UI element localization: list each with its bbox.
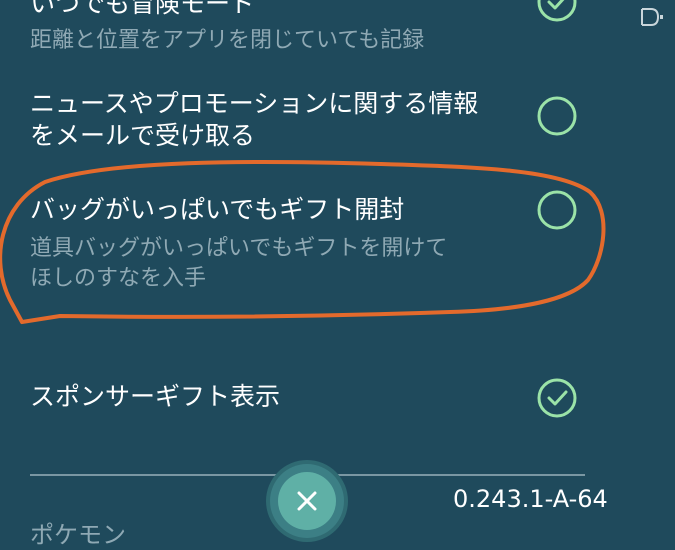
setting-news-promotions-title: ニュースやプロモーションに関する情報 (30, 89, 479, 118)
check-circle-icon[interactable] (537, 378, 577, 418)
setting-sponsor-gift: スポンサーギフト表示 (30, 381, 510, 413)
setting-gift-open-description: 道具バッグがいっぱいでもギフトを開けて (30, 236, 448, 261)
close-button-inner (278, 472, 336, 530)
app-version: 0.243.1-A-64 (453, 485, 608, 513)
next-section-label: ポケモン (30, 521, 126, 549)
setting-news-promotions-title-line2: をメールで受け取る (30, 121, 256, 150)
setting-adventure-sync-description: 距離と位置をアプリを閉じていても記録 (30, 28, 425, 53)
setting-adventure-sync: いつでも冒険モード 距離と位置をアプリを閉じていても記録 (30, 0, 510, 56)
close-button[interactable] (270, 464, 344, 538)
empty-circle-icon[interactable] (537, 96, 577, 136)
empty-circle-icon[interactable] (537, 190, 577, 230)
check-circle-icon[interactable] (537, 0, 577, 22)
close-icon (297, 491, 317, 511)
partial-indicator-icon (641, 8, 663, 26)
setting-gift-open-title: バッグがいっぱいでもギフト開封 (30, 195, 405, 224)
setting-adventure-sync-title: いつでも冒険モード (30, 0, 256, 18)
setting-gift-open-full-bag: バッグがいっぱいでもギフト開封 道具バッグがいっぱいでもギフトを開けて ほしのす… (30, 194, 510, 294)
setting-gift-open-description-line2: ほしのすなを入手 (30, 266, 207, 291)
setting-sponsor-gift-title: スポンサーギフト表示 (30, 382, 281, 411)
setting-news-promotions: ニュースやプロモーションに関する情報 をメールで受け取る (30, 88, 510, 152)
